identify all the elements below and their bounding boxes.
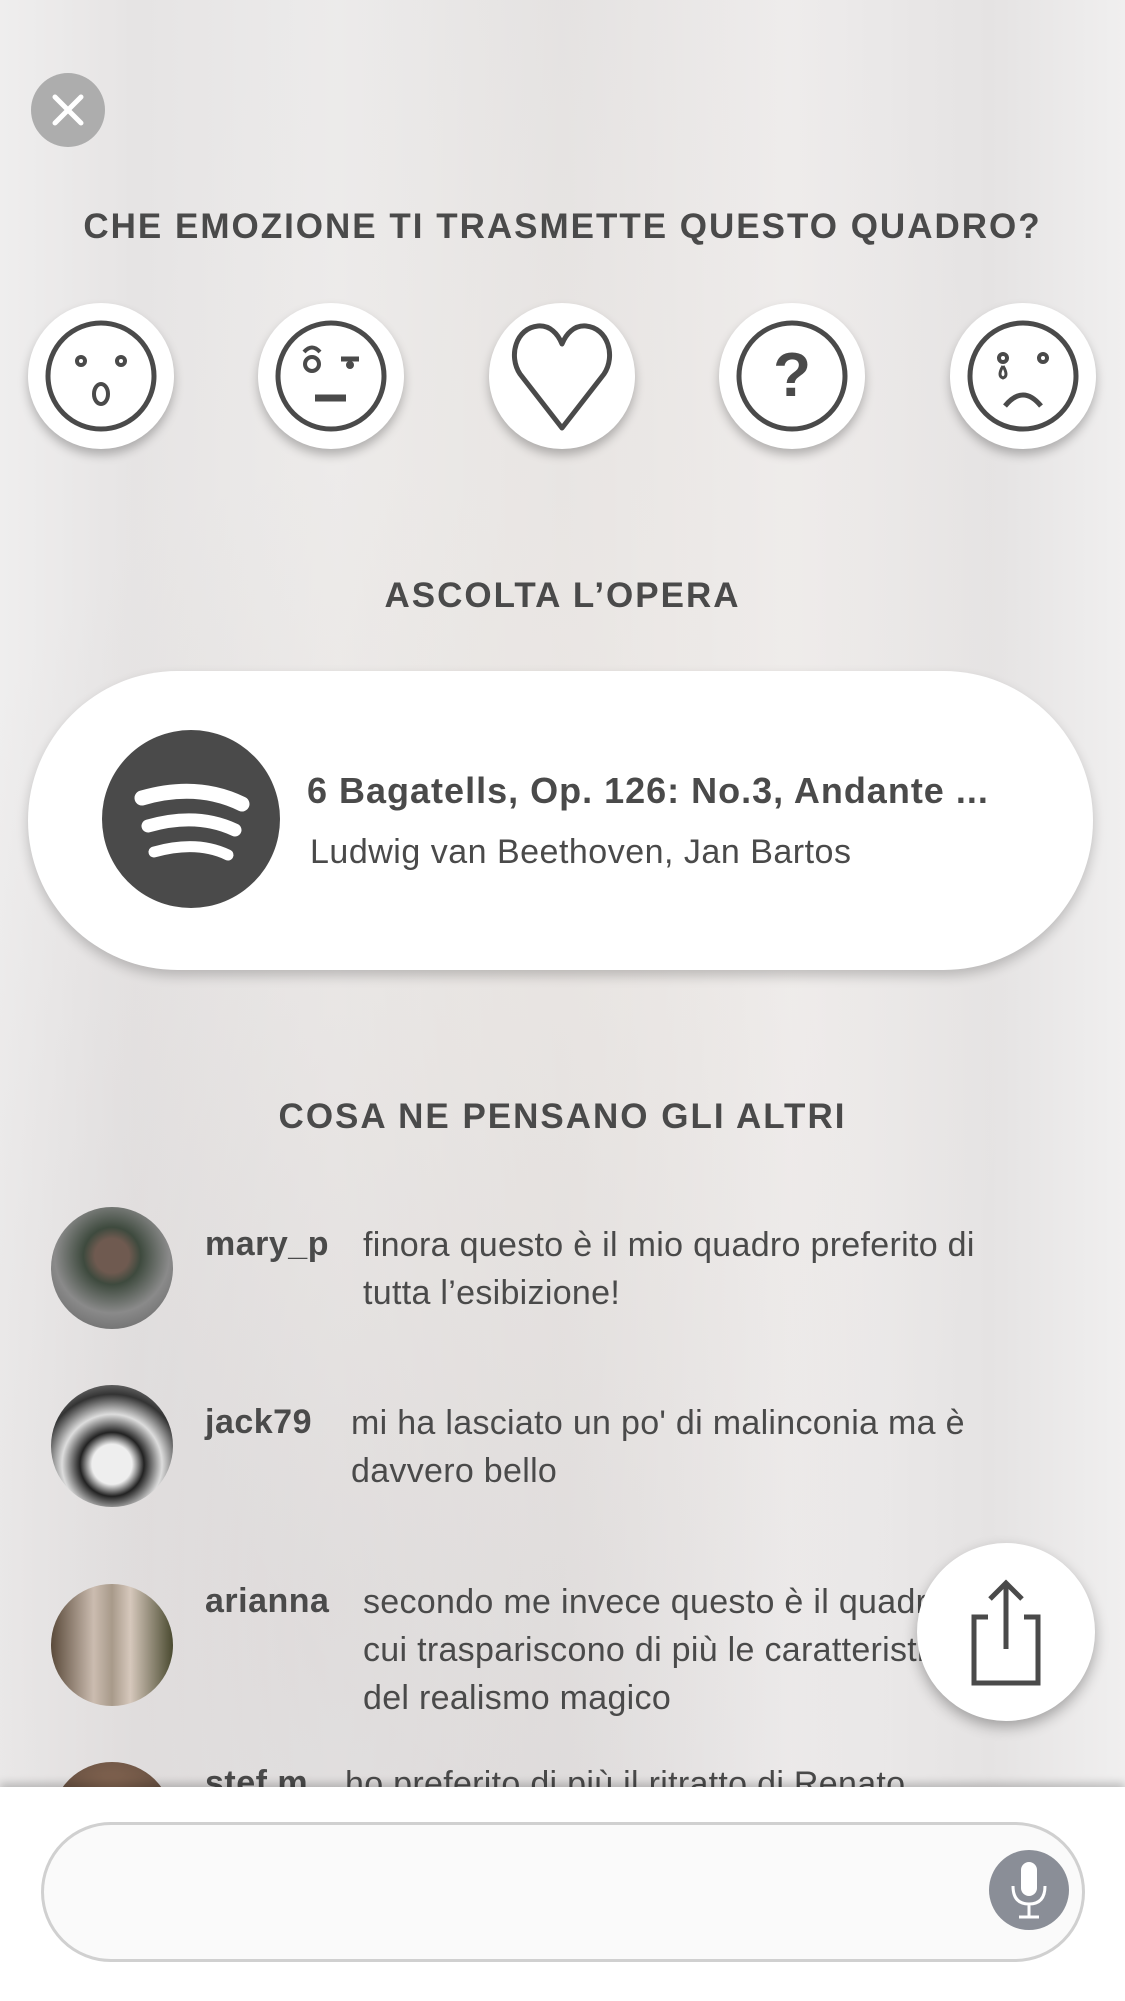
track-artist: Ludwig van Beethoven, Jan Bartos bbox=[310, 833, 852, 871]
avatar[interactable] bbox=[51, 1584, 173, 1706]
comment-input[interactable] bbox=[41, 1822, 1085, 1962]
skeptical-face-icon bbox=[275, 320, 387, 432]
emotion-confused-button[interactable]: ? bbox=[719, 303, 865, 449]
emotion-skeptical-button[interactable] bbox=[258, 303, 404, 449]
track-title: 6 Bagatells, Op. 126: No.3, Andante ... bbox=[307, 770, 989, 811]
crying-face-icon bbox=[967, 320, 1079, 432]
comment-username[interactable]: arianna bbox=[205, 1582, 329, 1621]
comment-text: mi ha lasciato un po' di malinconia ma è… bbox=[351, 1404, 965, 1490]
comment-text: secondo me invece questo è il quadro in c… bbox=[363, 1583, 984, 1717]
comment-username[interactable]: jack79 bbox=[205, 1403, 312, 1442]
heart-icon bbox=[511, 323, 613, 431]
microphone-button[interactable] bbox=[989, 1850, 1069, 1930]
spotify-icon bbox=[102, 730, 280, 908]
svg-text:?: ? bbox=[773, 341, 811, 410]
emotion-question-title: CHE EMOZIONE TI TRASMETTE QUESTO QUADRO? bbox=[83, 207, 1042, 246]
comment-username[interactable]: mary_p bbox=[205, 1225, 329, 1264]
share-icon bbox=[971, 1579, 1041, 1686]
question-icon: ? bbox=[736, 320, 848, 432]
comments-section-title: COSA NE PENSANO GLI ALTRI bbox=[278, 1097, 847, 1136]
close-icon bbox=[52, 94, 84, 126]
avatar[interactable] bbox=[51, 1207, 173, 1329]
emotion-surprised-button[interactable] bbox=[28, 303, 174, 449]
surprised-face-icon bbox=[45, 320, 157, 432]
microphone-icon bbox=[1011, 1862, 1047, 1919]
close-button[interactable] bbox=[31, 73, 105, 147]
emotion-sad-button[interactable] bbox=[950, 303, 1096, 449]
comment-text: finora questo è il mio quadro preferito … bbox=[363, 1226, 975, 1312]
emotion-love-button[interactable] bbox=[489, 303, 635, 449]
avatar[interactable] bbox=[51, 1385, 173, 1507]
listen-section-title: ASCOLTA L’OPERA bbox=[384, 576, 741, 615]
share-button[interactable] bbox=[917, 1543, 1095, 1721]
